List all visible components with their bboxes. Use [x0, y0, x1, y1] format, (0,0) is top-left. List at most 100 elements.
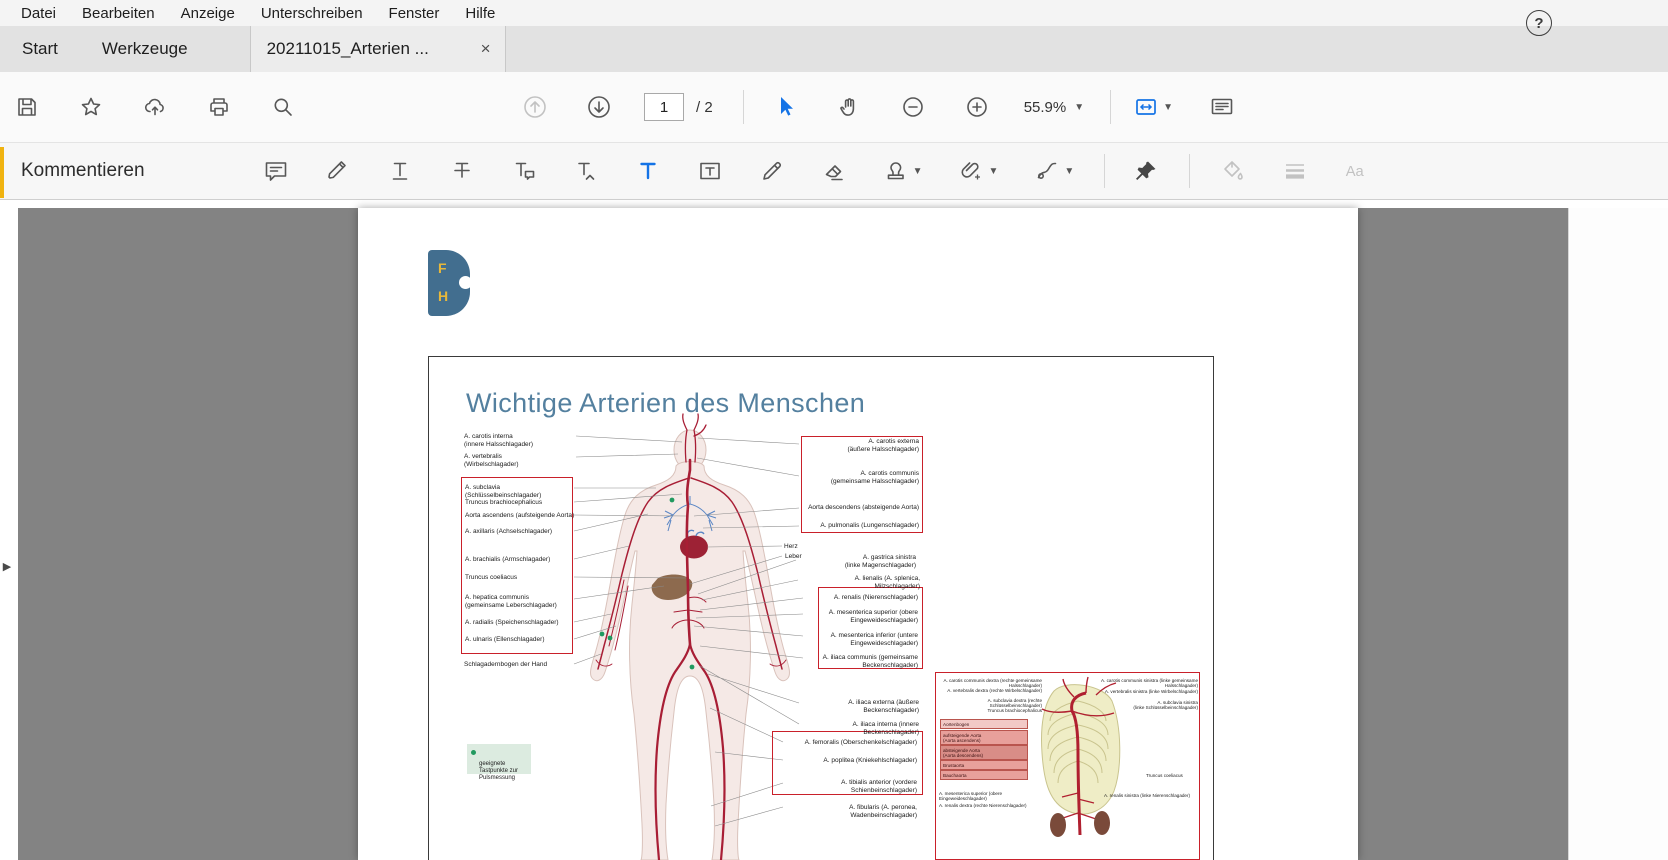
zoom-level-select[interactable]: 55.9% ▼: [1024, 99, 1084, 116]
main-toolbar: / 2 55.9% ▼ ▼: [0, 72, 1668, 143]
toolbar-shadow-strip: [0, 200, 1668, 208]
pdf-page[interactable]: F H Wichtige Arterien des Menschen A. ca…: [358, 208, 1358, 860]
text-box-icon[interactable]: [697, 158, 723, 184]
artery-label: A. iliaca communis (gemeinsame Beckensch…: [822, 654, 918, 669]
artery-label: A. mesenterica superior (obere Eingeweid…: [828, 609, 918, 624]
artery-label: A. subclavia (Schlüsselbeinschlagader): [465, 484, 542, 499]
document-tab-title: 20211015_Arterien ...: [266, 39, 429, 58]
artery-label: A. renalis sinistra (linke Nierenschlaga…: [1104, 793, 1191, 798]
search-icon[interactable]: [270, 94, 296, 120]
close-icon[interactable]: ×: [477, 39, 495, 59]
acrobat-window: Datei Bearbeiten Anzeige Unterschreiben Fens…: [0, 0, 1668, 860]
chevron-down-icon: ▼: [1074, 101, 1085, 113]
comment-toolbar: Kommentieren ▼ ▼ ▼ Aa: [0, 143, 1668, 200]
artery-label: A. hepatica communis (gemeinsame Lebersc…: [465, 594, 557, 609]
artery-label: A. mesenterica inferior (untere Eingewei…: [830, 632, 918, 647]
underline-text-icon[interactable]: [387, 158, 413, 184]
pulse-legend: geeignete Tastpunkte zur Pulsmessung: [467, 744, 531, 781]
menu-item-fenster[interactable]: Fenster: [376, 3, 453, 24]
aorta-segment-label: Aortenbogen: [940, 719, 1028, 730]
tab-werkzeuge[interactable]: Werkzeuge: [80, 26, 210, 72]
artery-label: Truncus coeliacus: [1146, 773, 1183, 778]
page-title: Wichtige Arterien des Menschen: [466, 388, 866, 418]
artery-label: A. iliaca externa (äußere Beckenschlagad…: [848, 699, 919, 714]
tab-bar: Start Werkzeuge 20211015_Arterien ... ×: [0, 26, 1668, 72]
next-page-button[interactable]: [586, 94, 612, 120]
menu-item-hilfe[interactable]: Hilfe: [452, 3, 508, 24]
tab-start[interactable]: Start: [0, 26, 80, 72]
share-cloud-button[interactable]: [142, 94, 168, 120]
document-viewer: ▶ F H Wichtige Arterien des Menschen A. …: [0, 208, 1668, 860]
hand-tool-button[interactable]: [836, 94, 862, 120]
stamp-tool[interactable]: ▼: [883, 158, 923, 184]
green-dot-icon: [471, 750, 476, 755]
highlight-text-icon[interactable]: [325, 158, 351, 184]
help-icon[interactable]: ?: [1526, 10, 1552, 36]
previous-page-button[interactable]: [522, 94, 548, 120]
logo-letter-f: F: [438, 260, 447, 276]
artery-label: A. carotis externa (äußere Halsschlagade…: [847, 438, 919, 453]
artery-label: A. axillaris (Achselschlagader): [465, 528, 553, 535]
menu-item-unterschreiben[interactable]: Unterschreiben: [248, 3, 376, 24]
chevron-down-icon: ▼: [912, 165, 923, 177]
artery-label: A. renalis dextra (rechte Nierenschlagad…: [939, 803, 1027, 808]
pencil-draw-icon[interactable]: [759, 158, 785, 184]
artery-label: Truncus brachiocephalicus: [987, 708, 1042, 713]
print-button[interactable]: [206, 94, 232, 120]
svg-text:Aa: Aa: [1346, 164, 1365, 180]
add-text-icon[interactable]: [635, 158, 661, 184]
pin-comment-icon[interactable]: [1133, 158, 1159, 184]
artery-label: Truncus brachiocephalicus: [465, 499, 543, 506]
document-tab[interactable]: 20211015_Arterien ... ×: [249, 26, 506, 72]
comment-toolbar-title: Kommentieren: [21, 160, 145, 181]
insert-text-icon[interactable]: [573, 158, 599, 184]
artery-label: A. radialis (Speichenschlagader): [465, 619, 559, 626]
artery-label: A. brachialis (Armschlagader): [465, 556, 551, 563]
artery-label: Aorta ascendens (aufsteigende Aorta): [465, 512, 575, 519]
page-number-input[interactable]: [644, 93, 684, 121]
aorta-segment-label: absteigende Aorta (Aorta descendens): [940, 745, 1028, 761]
fill-color-icon[interactable]: [1220, 158, 1246, 184]
fit-width-button[interactable]: ▼: [1133, 94, 1173, 120]
reading-mode-button[interactable]: [1209, 94, 1235, 120]
artery-label: Truncus coeliacus: [465, 574, 518, 581]
artery-label: A. carotis interna (innere Halsschlagade…: [464, 433, 534, 448]
attach-file-tool[interactable]: ▼: [958, 158, 998, 184]
favorite-star-button[interactable]: [78, 94, 104, 120]
strikethrough-text-icon[interactable]: [449, 158, 475, 184]
logo-letter-h: H: [438, 288, 449, 304]
sticky-note-icon[interactable]: [263, 158, 289, 184]
menu-item-datei[interactable]: Datei: [8, 3, 69, 24]
menu-item-bearbeiten[interactable]: Bearbeiten: [69, 3, 168, 24]
fhb-logo: F H: [428, 250, 472, 316]
page-total-label: / 2: [696, 98, 713, 116]
chevron-down-icon: ▼: [988, 165, 999, 177]
menu-item-anzeige[interactable]: Anzeige: [168, 3, 248, 24]
aorta-segment-label: Bauchaorta: [940, 770, 1028, 781]
artery-label: A. tibialis anterior (vordere Schienbein…: [841, 779, 917, 794]
artery-label: A. vertebralis dextra (rechte Wirbelschl…: [947, 688, 1042, 693]
artery-label: A. mesenterica superior (obere Eingeweid…: [939, 791, 1003, 802]
zoom-in-button[interactable]: [964, 94, 990, 120]
artery-label: A. ulnaris (Ellenschlagader): [465, 636, 545, 643]
menu-bar: Datei Bearbeiten Anzeige Unterschreiben Fens…: [0, 0, 1668, 26]
artery-label: Aorta descendens (absteigende Aorta): [808, 504, 919, 511]
artery-label: A. pulmonalis (Lungenschlagader): [820, 522, 919, 529]
drawing-tools-tool[interactable]: ▼: [1034, 158, 1074, 184]
artery-label: A. carotis communis (gemeinsame Halsschl…: [830, 470, 919, 485]
zoom-out-button[interactable]: [900, 94, 926, 120]
expand-pane-handle[interactable]: ▶: [0, 555, 14, 577]
navigation-pane-rail: ▶: [0, 208, 18, 860]
replace-text-note-icon[interactable]: [511, 158, 537, 184]
text-appearance-icon[interactable]: Aa: [1344, 158, 1370, 184]
artery-label: A. gastrica sinistra (linke Magenschlaga…: [844, 554, 916, 569]
save-button[interactable]: [14, 94, 40, 120]
eraser-icon[interactable]: [821, 158, 847, 184]
aorta-segment-label: aufsteigende Aorta (Aorta ascendens): [940, 730, 1028, 746]
artery-label: A. poplitea (Kniekehlschlagader): [823, 757, 917, 764]
artery-label: A. fibularis (A. peronea, Wadenbeinschla…: [849, 804, 917, 819]
artery-label: Herz: [784, 543, 798, 550]
line-weight-icon[interactable]: [1282, 158, 1308, 184]
artery-label: A. vertebralis (Wirbelschlagader): [464, 453, 519, 468]
selection-tool-button[interactable]: [772, 94, 798, 120]
